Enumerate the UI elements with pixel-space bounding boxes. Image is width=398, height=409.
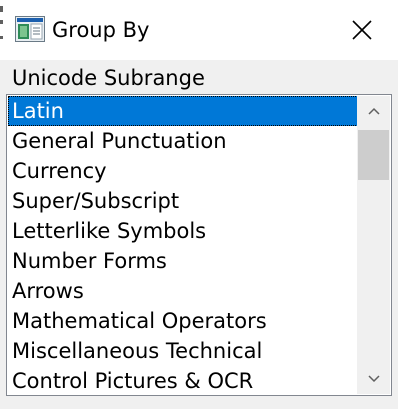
group-label: Unicode Subrange xyxy=(12,66,205,90)
close-icon xyxy=(352,20,372,40)
close-button[interactable] xyxy=(340,12,384,48)
background-edge xyxy=(0,36,3,39)
subrange-item[interactable]: Currency xyxy=(8,156,360,186)
scroll-down-button[interactable] xyxy=(357,364,390,394)
scroll-up-button[interactable] xyxy=(357,96,390,126)
subrange-item[interactable]: Control Pictures & OCR xyxy=(8,366,360,394)
subrange-item[interactable]: General Punctuation xyxy=(8,126,360,156)
subrange-item[interactable]: Arrows xyxy=(8,276,360,306)
subrange-item[interactable]: Latin xyxy=(8,96,360,126)
subrange-listbox[interactable]: Latin General Punctuation Currency Super/Su… xyxy=(6,94,392,396)
subrange-item[interactable]: Letterlike Symbols xyxy=(8,216,360,246)
character-map-icon xyxy=(15,16,45,42)
group-by-window: Group By Unicode Subrange Latin General P… xyxy=(0,0,398,409)
subrange-item[interactable]: Mathematical Operators xyxy=(8,306,360,336)
window-title: Group By xyxy=(52,18,150,42)
title-bar[interactable]: Group By xyxy=(0,0,398,60)
subrange-item[interactable]: Super/Subscript xyxy=(8,186,360,216)
subrange-list[interactable]: Latin General Punctuation Currency Super/Su… xyxy=(8,96,360,394)
chevron-down-icon xyxy=(367,375,380,383)
chevron-up-icon xyxy=(367,107,380,115)
subrange-item[interactable]: Miscellaneous Technical xyxy=(8,336,360,366)
vertical-scrollbar[interactable] xyxy=(357,96,390,394)
scroll-thumb[interactable] xyxy=(358,130,389,180)
background-edge xyxy=(0,20,3,24)
subrange-item[interactable]: Number Forms xyxy=(8,246,360,276)
background-edge xyxy=(0,6,3,12)
